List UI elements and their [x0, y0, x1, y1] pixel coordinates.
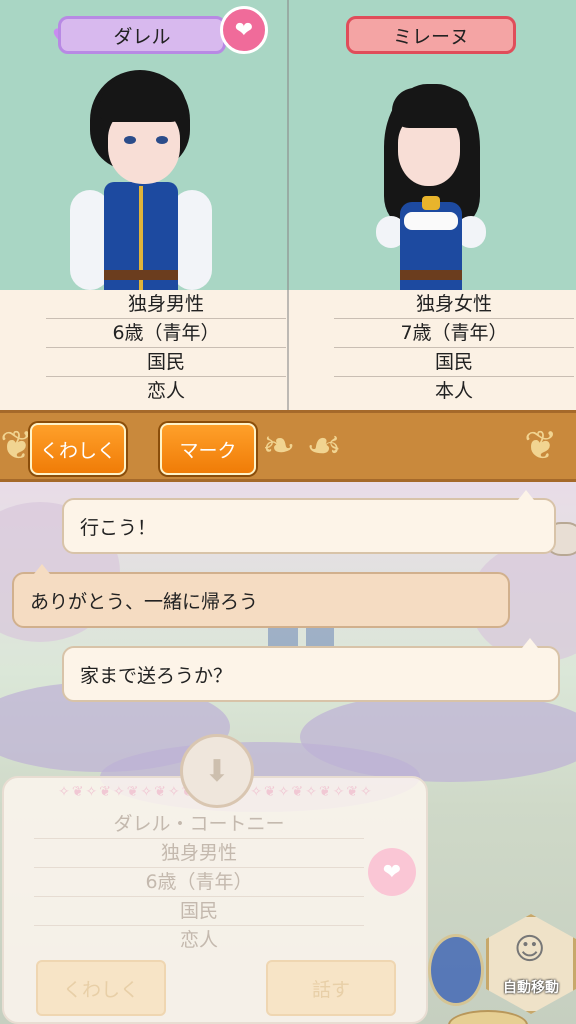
card-age: 6歳（青年）	[34, 868, 364, 897]
walker-icon: ☺	[514, 932, 546, 967]
bow	[422, 196, 440, 210]
down-arrow-icon: ⬇	[204, 753, 230, 789]
left-info-age: 6歳（青年）	[46, 319, 286, 348]
dialogue-bubble: 家まで送ろうか？	[62, 638, 560, 702]
dialogue-text: ありがとう、一緒に帰ろう	[30, 590, 259, 613]
card-info: ダレル・コートニー 独身男性 6歳（青年） 国民 恋人	[34, 810, 364, 955]
eye-right	[156, 136, 168, 144]
right-info-status: 独身女性	[334, 290, 574, 319]
details-button[interactable]: くわしく	[30, 423, 126, 475]
right-name: ミレーヌ	[392, 25, 469, 48]
dialogue-text: 家まで送ろうか？	[80, 664, 233, 687]
map-icon[interactable]	[428, 934, 484, 1006]
left-info-relation: 恋人	[146, 380, 185, 402]
dialogue-text: 行こう！	[80, 516, 157, 539]
bubble-tail	[522, 638, 538, 648]
right-info-class: 国民	[334, 348, 574, 377]
card-status: 独身男性	[34, 839, 364, 868]
bubble-tail	[518, 490, 534, 500]
collar	[404, 212, 458, 230]
card-relation: 恋人	[179, 929, 218, 951]
belt	[400, 270, 462, 280]
details-button-label: くわしく	[39, 439, 116, 462]
action-bar: ❦ ❧ ☙ ❦ くわしく マーク	[0, 410, 576, 482]
talk-button-label: 話す	[311, 978, 350, 1001]
bangs	[392, 88, 470, 128]
card-heart-icon[interactable]: ❤	[368, 848, 416, 896]
mark-button-label: マーク	[179, 439, 237, 462]
left-info-class: 国民	[46, 348, 286, 377]
ornament-right: ❦	[524, 423, 558, 469]
right-name-plate[interactable]: ミレーヌ	[346, 16, 516, 54]
bangs	[100, 76, 186, 122]
info-divider	[287, 290, 289, 410]
dialogue-bubble: 行こう！	[62, 490, 556, 554]
right-sleeve	[172, 190, 212, 290]
right-info-age: 7歳（青年）	[334, 319, 574, 348]
auto-move-label: 自動移動	[503, 980, 559, 996]
left-info: 独身男性 6歳（青年） 国民 恋人	[46, 290, 286, 406]
eye-left	[124, 136, 136, 144]
ornament-center-right: ☙	[306, 423, 342, 469]
dialogue-bubble-self: ありがとう、一緒に帰ろう	[12, 564, 510, 628]
card-details-label: くわしく	[62, 978, 139, 1001]
character-portrait-left[interactable]	[64, 70, 214, 290]
left-name: ダレル	[113, 25, 171, 48]
ornament-left: ❦	[0, 423, 34, 469]
left-info-status: 独身男性	[46, 290, 286, 319]
collapse-button[interactable]: ⬇	[180, 734, 254, 808]
card-class: 国民	[34, 897, 364, 926]
ornament-center-left: ❧	[262, 423, 296, 469]
left-name-plate[interactable]: ダレル	[58, 16, 226, 54]
card-full-name: ダレル・コートニー	[34, 810, 364, 839]
bubble-tail	[34, 564, 50, 574]
belt	[104, 270, 178, 280]
talk-button[interactable]: 話す	[266, 960, 396, 1016]
right-info-relation: 本人	[434, 380, 473, 402]
mark-button[interactable]: マーク	[160, 423, 256, 475]
character-portrait-right[interactable]	[370, 84, 490, 290]
heart-icon[interactable]: ❤	[220, 6, 268, 54]
right-info: 独身女性 7歳（青年） 国民 本人	[334, 290, 574, 406]
card-details-button[interactable]: くわしく	[36, 960, 166, 1016]
